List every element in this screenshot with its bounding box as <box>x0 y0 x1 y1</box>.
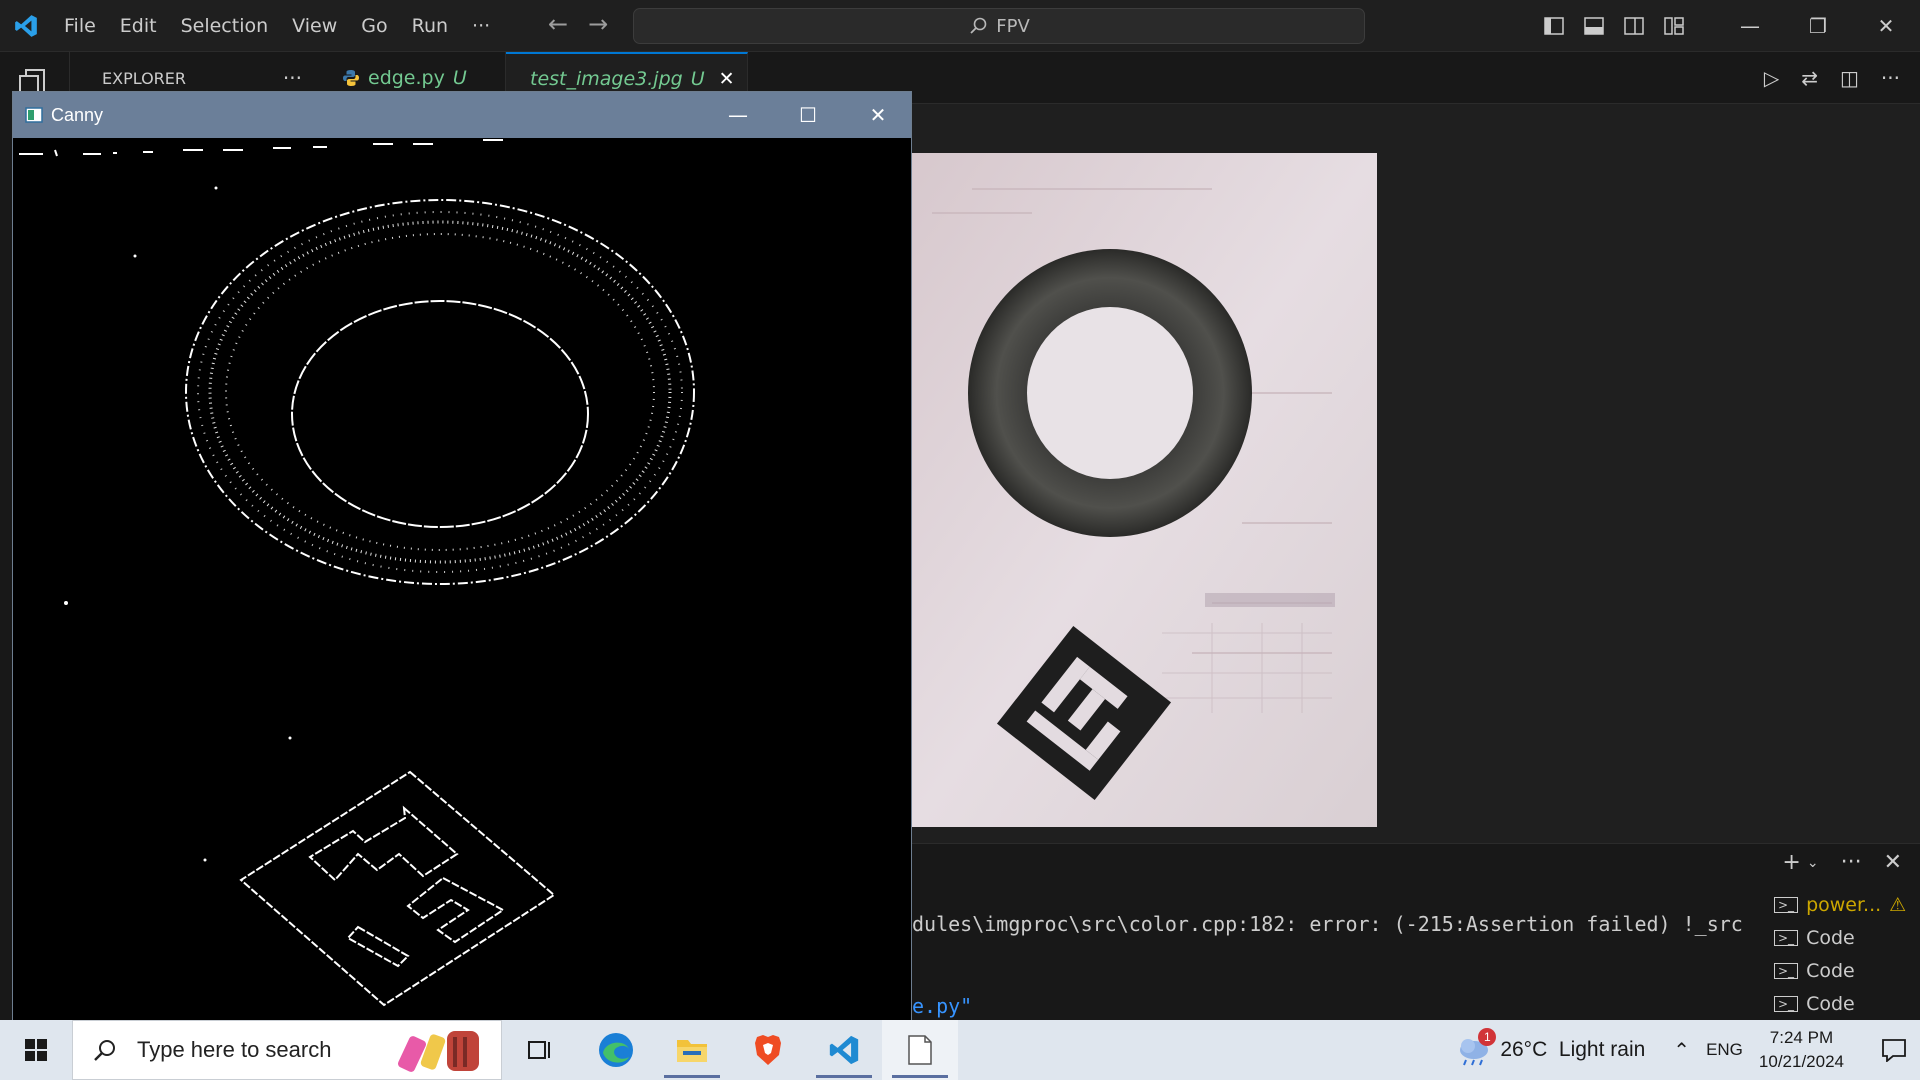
file-explorer-icon[interactable] <box>654 1020 730 1080</box>
tab-label: edge.py <box>368 67 445 89</box>
compare-changes-icon[interactable]: ⇄ <box>1801 66 1818 90</box>
close-icon[interactable]: ✕ <box>843 92 913 138</box>
taskbar: Type here to search 1 26°C Light rain ⌃ … <box>0 1020 1920 1080</box>
image-preview <box>912 153 1377 827</box>
panel-more-icon[interactable]: ··· <box>1841 850 1862 875</box>
terminal-instance-label: Code <box>1806 926 1855 949</box>
edge-browser-icon[interactable] <box>578 1020 654 1080</box>
sidebar-more-button[interactable]: ··· <box>283 66 302 90</box>
split-editor-icon[interactable]: ◫ <box>1840 66 1859 90</box>
terminal-instance-list: >_ power... ⚠ >_ Code >_ Code >_ Code <box>1762 888 1920 1020</box>
toggle-primary-sidebar-icon[interactable] <box>1534 0 1574 52</box>
minimize-icon[interactable]: — <box>1716 0 1784 52</box>
menu-view[interactable]: View <box>280 0 349 52</box>
chevron-down-icon[interactable]: ⌄ <box>1807 855 1819 871</box>
terminal-instance[interactable]: >_ Code <box>1762 921 1920 954</box>
title-controls: — ❐ ✕ <box>1534 0 1920 52</box>
terminal-icon: >_ <box>1774 962 1799 979</box>
task-view-icon[interactable] <box>502 1020 578 1080</box>
editor-actions: ▷ ⇄ ◫ ··· <box>1764 52 1900 104</box>
warning-icon: ⚠ <box>1889 893 1907 916</box>
back-arrow-icon[interactable]: ← <box>548 10 568 38</box>
run-icon[interactable]: ▷ <box>1764 66 1779 90</box>
vscode-logo-icon <box>0 0 52 52</box>
weather-rain-icon: 1 <box>1456 1028 1497 1066</box>
terminal-icon: >_ <box>1774 995 1799 1012</box>
restore-icon[interactable]: ❐ <box>1784 0 1852 52</box>
tab-label: test_image3.jpg <box>530 68 683 90</box>
new-terminal-icon[interactable]: + <box>1782 850 1800 875</box>
terminal-instance-label: power... <box>1806 893 1882 916</box>
weather-text: 26°C Light rain <box>1500 1038 1646 1061</box>
terminal-error-line: dules\imgproc\src\color.cpp:182: error: … <box>912 912 1743 936</box>
weather-alert-badge: 1 <box>1478 1028 1497 1046</box>
taskbar-search-box[interactable]: Type here to search <box>72 1020 502 1080</box>
command-center-label: FPV <box>996 15 1030 37</box>
tab-close-icon[interactable]: ✕ <box>719 68 735 90</box>
forward-arrow-icon[interactable]: → <box>588 10 608 38</box>
customize-layout-icon[interactable] <box>1654 0 1694 52</box>
clock[interactable]: 7:24 PM 10/21/2024 <box>1759 1026 1844 1074</box>
canny-titlebar[interactable]: Canny — ☐ ✕ <box>13 92 911 138</box>
menu-edit[interactable]: Edit <box>108 0 169 52</box>
terminal-instance-label: Code <box>1806 959 1855 982</box>
menu-bar: File Edit Selection View Go Run ··· <box>52 0 502 52</box>
terminal-icon: >_ <box>1774 929 1799 946</box>
document-app-icon[interactable] <box>882 1020 958 1080</box>
panel-actions: + ⌄ ··· ✕ <box>1782 850 1902 875</box>
windows-start-icon[interactable] <box>0 1020 72 1080</box>
close-panel-icon[interactable]: ✕ <box>1884 850 1902 875</box>
language-indicator[interactable]: ENG <box>1706 1040 1743 1060</box>
sidebar-title: EXPLORER <box>102 68 186 88</box>
menu-more[interactable]: ··· <box>460 0 502 52</box>
window-app-icon <box>25 107 43 123</box>
command-center[interactable]: FPV <box>633 8 1365 44</box>
brave-browser-icon[interactable] <box>730 1020 806 1080</box>
search-icon <box>94 1040 115 1061</box>
clock-date: 10/21/2024 <box>1758 1052 1844 1071</box>
search-highlight-icon <box>397 1031 479 1072</box>
canny-edge-image <box>13 138 911 1020</box>
search-icon <box>970 17 987 34</box>
menu-selection[interactable]: Selection <box>169 0 281 52</box>
vscode-taskbar-icon[interactable] <box>806 1020 882 1080</box>
toggle-panel-icon[interactable] <box>1574 0 1614 52</box>
python-file-icon <box>343 70 359 86</box>
more-actions-icon[interactable]: ··· <box>1881 66 1900 90</box>
clock-time: 7:24 PM <box>1769 1028 1834 1047</box>
terminal-instance[interactable]: >_ Code <box>1762 954 1920 987</box>
tab-status: U <box>452 67 467 89</box>
minimize-icon[interactable]: — <box>703 92 773 138</box>
weather-widget[interactable]: 1 26°C Light rain <box>1456 1028 1646 1066</box>
menu-file[interactable]: File <box>52 0 108 52</box>
canny-window-title: Canny <box>51 104 104 125</box>
notifications-icon[interactable] <box>1868 1020 1920 1080</box>
maximize-icon[interactable]: ☐ <box>773 92 843 138</box>
menu-run[interactable]: Run <box>400 0 460 52</box>
system-tray: 1 26°C Light rain ⌃ ENG 7:24 PM 10/21/20… <box>1456 1020 1920 1080</box>
terminal-instance-label: Code <box>1806 992 1855 1015</box>
menu-go[interactable]: Go <box>349 0 399 52</box>
tab-status: U <box>690 68 705 90</box>
chevron-up-icon[interactable]: ⌃ <box>1673 1038 1690 1063</box>
search-placeholder: Type here to search <box>137 1037 332 1062</box>
toggle-secondary-sidebar-icon[interactable] <box>1614 0 1654 52</box>
terminal-instance[interactable]: >_ Code <box>1762 987 1920 1020</box>
terminal-instance[interactable]: >_ power... ⚠ <box>1762 888 1920 921</box>
terminal-icon: >_ <box>1774 896 1799 913</box>
close-icon[interactable]: ✕ <box>1852 0 1920 52</box>
canny-window: Canny — ☐ ✕ <box>12 91 912 1020</box>
history-nav: ← → <box>548 10 608 38</box>
vscode-titlebar: File Edit Selection View Go Run ··· ← → … <box>0 0 1920 52</box>
terminal-command-line: e.py" <box>912 994 973 1018</box>
